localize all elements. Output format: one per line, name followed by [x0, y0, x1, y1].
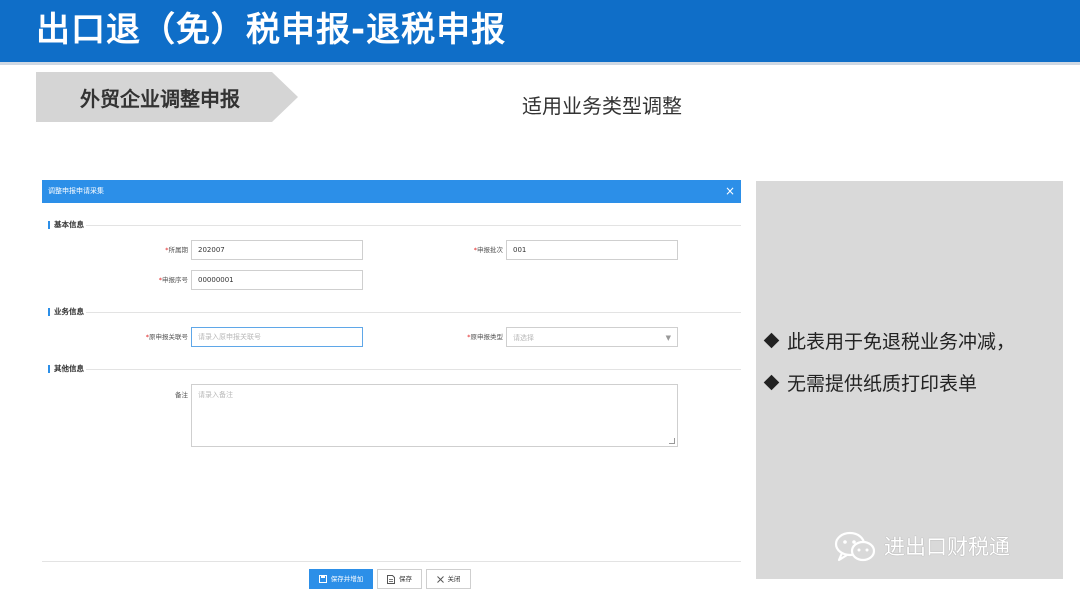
save-add-icon: [318, 575, 327, 583]
section-business-title: 业务信息: [48, 307, 84, 317]
close-icon[interactable]: ×: [725, 183, 735, 199]
title-banner: 出口退（免）税申报-退税申报: [0, 0, 1080, 62]
period-label: *所属期: [165, 246, 188, 254]
diamond-bullet-icon: [763, 374, 780, 391]
batch-input[interactable]: [506, 240, 678, 260]
resize-handle-icon[interactable]: [669, 438, 675, 444]
orig-type-placeholder: 请选择: [513, 334, 534, 342]
banner-divider: [0, 62, 1080, 65]
period-input[interactable]: [191, 240, 363, 260]
dialog-header: 调整申报申请采集 ×: [42, 180, 741, 203]
dialog-footer-divider: [42, 561, 741, 562]
close-label: 关闭: [447, 575, 461, 583]
save-add-label: 保存并增加: [330, 575, 364, 583]
document-icon: [387, 574, 395, 584]
orig-type-select[interactable]: 请选择 ▼: [506, 327, 678, 347]
section-basic-title: 基本信息: [48, 220, 84, 230]
section-other-divider: [86, 369, 741, 370]
note-item: 无需提供纸质打印表单: [763, 371, 978, 397]
orig-no-input[interactable]: [191, 327, 363, 347]
orig-type-label: *原申报类型: [467, 333, 503, 341]
close-button[interactable]: 关闭: [426, 569, 471, 589]
note-item: 此表用于免退税业务冲减，: [763, 329, 1016, 355]
seq-input[interactable]: [191, 270, 363, 290]
dialog-title: 调整申报申请采集: [48, 187, 104, 195]
slide-title: 出口退（免）税申报-退税申报: [36, 10, 507, 50]
section-business-divider: [86, 312, 741, 313]
section-other-title: 其他信息: [48, 364, 84, 374]
orig-no-label: *原申报关联号: [145, 333, 188, 341]
save-label: 保存: [399, 575, 412, 583]
adjust-declaration-dialog: 调整申报申请采集 × 基本信息 *所属期 *申报批次 *申报序号 业务信息 *原…: [42, 180, 741, 593]
remark-textarea[interactable]: [191, 384, 678, 447]
wechat-icon: [834, 531, 876, 562]
save-add-button[interactable]: 保存并增加: [309, 569, 373, 589]
note-panel: 此表用于免退税业务冲减， 无需提供纸质打印表单: [756, 181, 1063, 579]
save-button[interactable]: 保存: [377, 569, 422, 589]
note-text: 无需提供纸质打印表单: [787, 373, 978, 395]
slide-subtitle: 适用业务类型调整: [522, 94, 682, 118]
batch-label: *申报批次: [473, 246, 503, 254]
wechat-watermark: 进出口财税通: [834, 530, 1010, 564]
seq-label: *申报序号: [158, 276, 188, 284]
note-text: 此表用于免退税业务冲减，: [787, 331, 1016, 353]
remark-label: 备注: [175, 391, 188, 399]
watermark-text: 进出口财税通: [884, 535, 1010, 559]
chevron-label: 外贸企业调整申报: [80, 87, 240, 111]
chevron-down-icon: ▼: [665, 334, 671, 342]
diamond-bullet-icon: [763, 332, 780, 349]
section-basic-divider: [86, 225, 741, 226]
close-x-icon: [436, 575, 444, 583]
